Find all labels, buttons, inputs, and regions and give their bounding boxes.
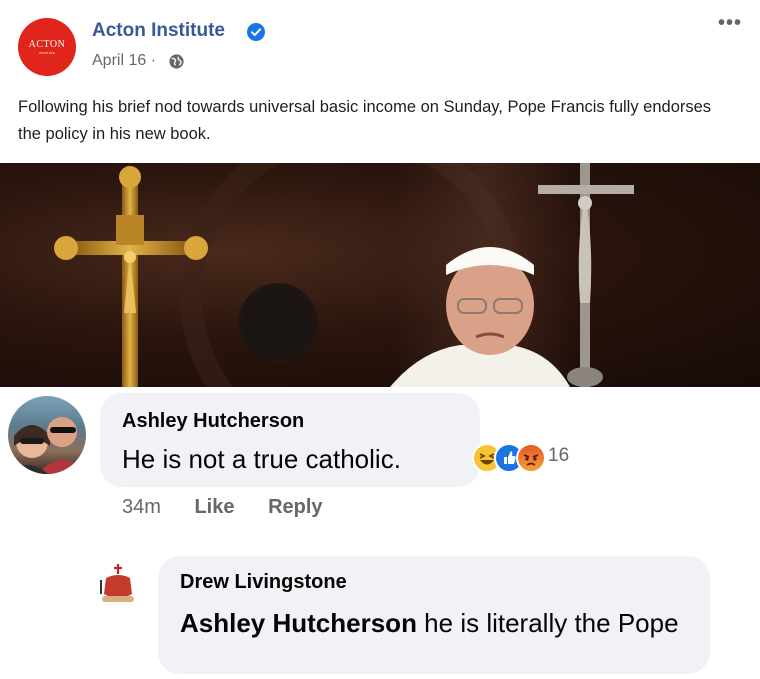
globe-icon — [169, 54, 184, 69]
reply-text: Ashley Hutcherson he is literally the Po… — [180, 604, 700, 642]
comment-text: He is not a true catholic. — [122, 444, 401, 474]
reply-author-link[interactable]: Drew Livingstone — [180, 571, 347, 594]
reply-body-text: he is literally the Pope — [416, 608, 679, 638]
like-button[interactable]: Like — [194, 496, 234, 518]
page-name-link[interactable]: Acton Institute — [92, 20, 225, 42]
reply-mention-link[interactable]: Ashley Hutcherson — [180, 608, 417, 638]
more-options-icon[interactable]: ••• — [718, 12, 742, 35]
post-body-text: Following his brief nod towards universa… — [18, 98, 712, 143]
page-avatar[interactable]: ACTON INSTITUTE — [18, 18, 76, 76]
reaction-summary[interactable]: 16 — [470, 440, 595, 474]
commenter-avatar[interactable] — [8, 396, 86, 474]
comment-author-link[interactable]: Ashley Hutcherson — [122, 410, 304, 433]
replier-avatar[interactable] — [96, 560, 140, 610]
photo-microphone-shape — [238, 283, 318, 363]
gold-crucifix-illustration — [54, 166, 208, 387]
angry-reaction-icon — [516, 443, 546, 473]
avatar-photo-illustration — [8, 417, 86, 474]
comment-timestamp[interactable]: 34m — [122, 496, 161, 518]
avatar-logo-text: ACTON — [28, 39, 66, 50]
avatar-logo-subtext: INSTITUTE — [39, 51, 55, 55]
reply-button[interactable]: Reply — [268, 496, 322, 518]
avatar-logo-illustration — [96, 560, 140, 610]
post-date-link[interactable]: April 16 · — [92, 52, 156, 70]
verified-badge-icon — [247, 23, 265, 41]
silver-crucifix-illustration — [538, 163, 634, 387]
comment-actions: 34m Like Reply — [122, 496, 351, 519]
post-card: ACTON INSTITUTE Acton Institute April 16… — [0, 0, 760, 388]
reaction-count: 16 — [548, 445, 570, 466]
post-photo[interactable] — [0, 163, 760, 387]
